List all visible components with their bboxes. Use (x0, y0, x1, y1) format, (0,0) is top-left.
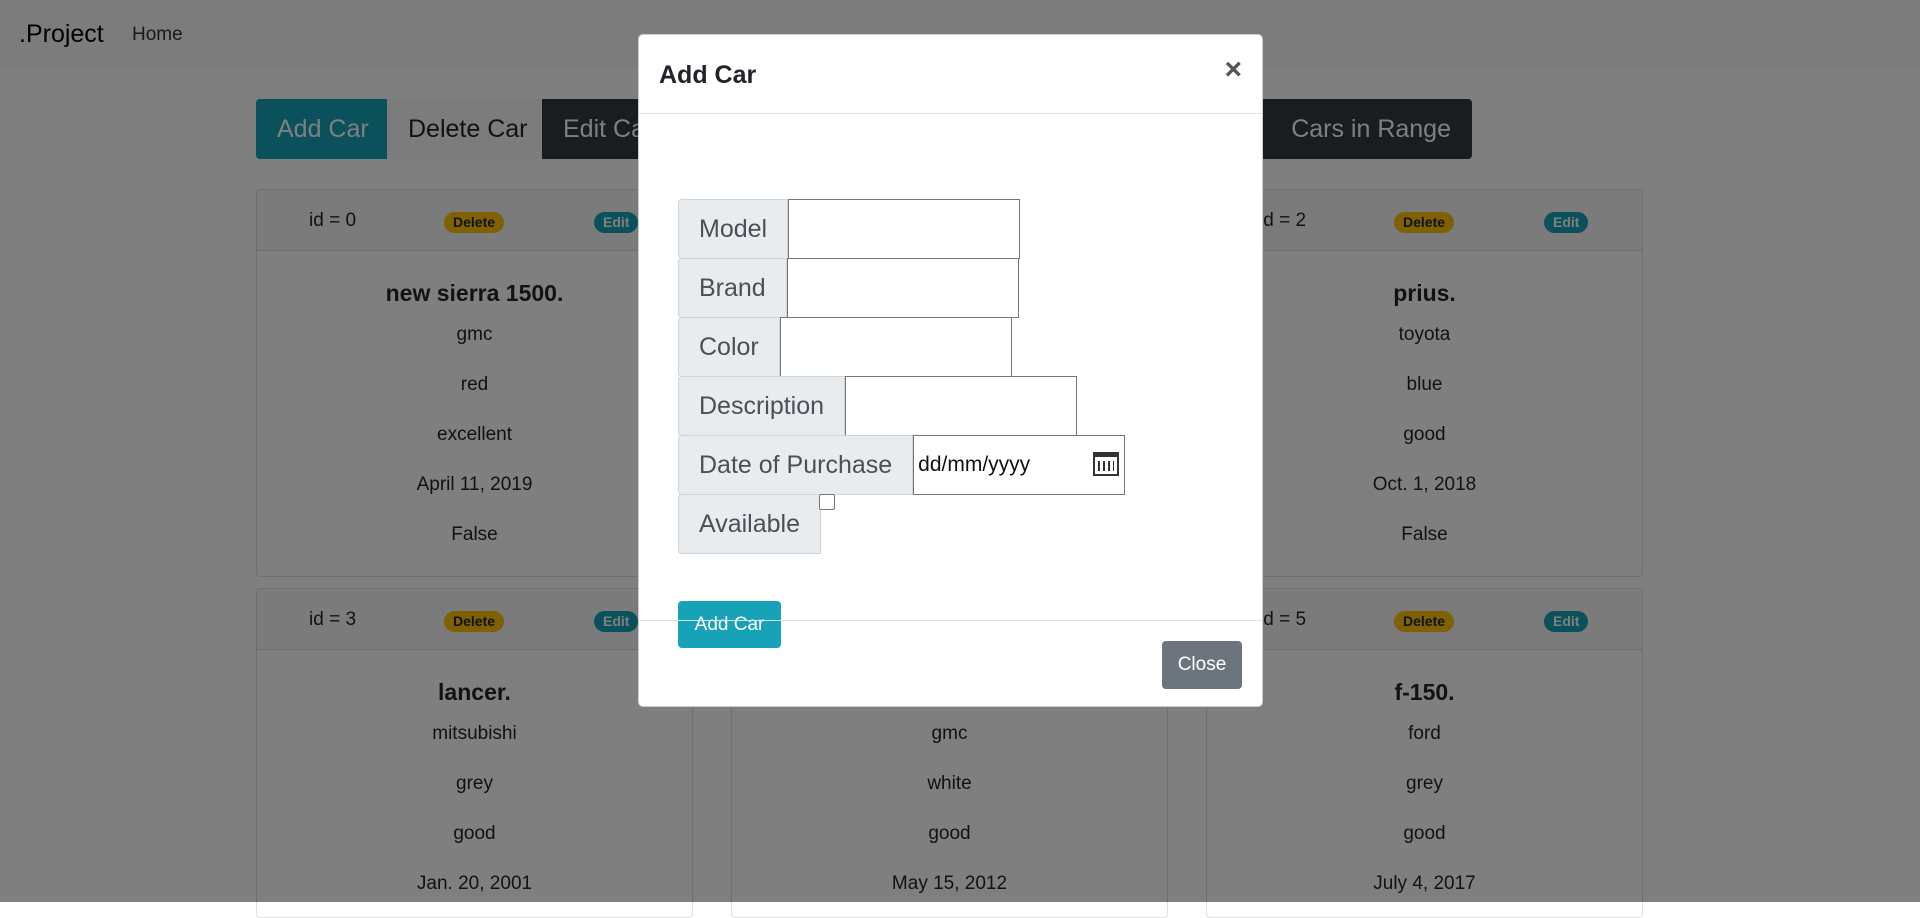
available-input-group: Available (678, 494, 836, 554)
available-checkbox[interactable] (819, 494, 836, 510)
modal-body: Model Brand Color Description Date of Pu… (639, 114, 1262, 648)
brand-input-group: Brand (678, 258, 1019, 318)
description-input[interactable] (845, 376, 1078, 436)
brand-input[interactable] (786, 258, 1019, 318)
color-input[interactable] (779, 317, 1012, 377)
model-label: Model (678, 199, 789, 259)
calendar-icon[interactable] (1093, 452, 1120, 476)
close-button[interactable]: Close (1162, 641, 1242, 689)
modal-header: Add Car × (639, 35, 1262, 114)
date-placeholder: dd/mm/yyyy (918, 453, 1031, 476)
model-input[interactable] (788, 199, 1021, 259)
add-car-modal: Add Car × Model Brand Color Description … (638, 34, 1263, 707)
model-input-group: Model (678, 199, 1021, 259)
brand-label: Brand (678, 258, 787, 318)
date-label: Date of Purchase (678, 435, 914, 495)
modal-title: Add Car (659, 61, 757, 89)
description-input-group: Description (678, 376, 1078, 436)
color-input-group: Color (678, 317, 1012, 377)
close-icon[interactable]: × (1224, 55, 1242, 85)
date-input[interactable]: dd/mm/yyyy (913, 435, 1126, 495)
modal-footer: Close (639, 620, 1262, 706)
color-label: Color (678, 317, 780, 377)
available-label: Available (678, 494, 822, 554)
description-label: Description (678, 376, 846, 436)
date-input-group: Date of Purchase dd/mm/yyyy (678, 435, 1126, 495)
